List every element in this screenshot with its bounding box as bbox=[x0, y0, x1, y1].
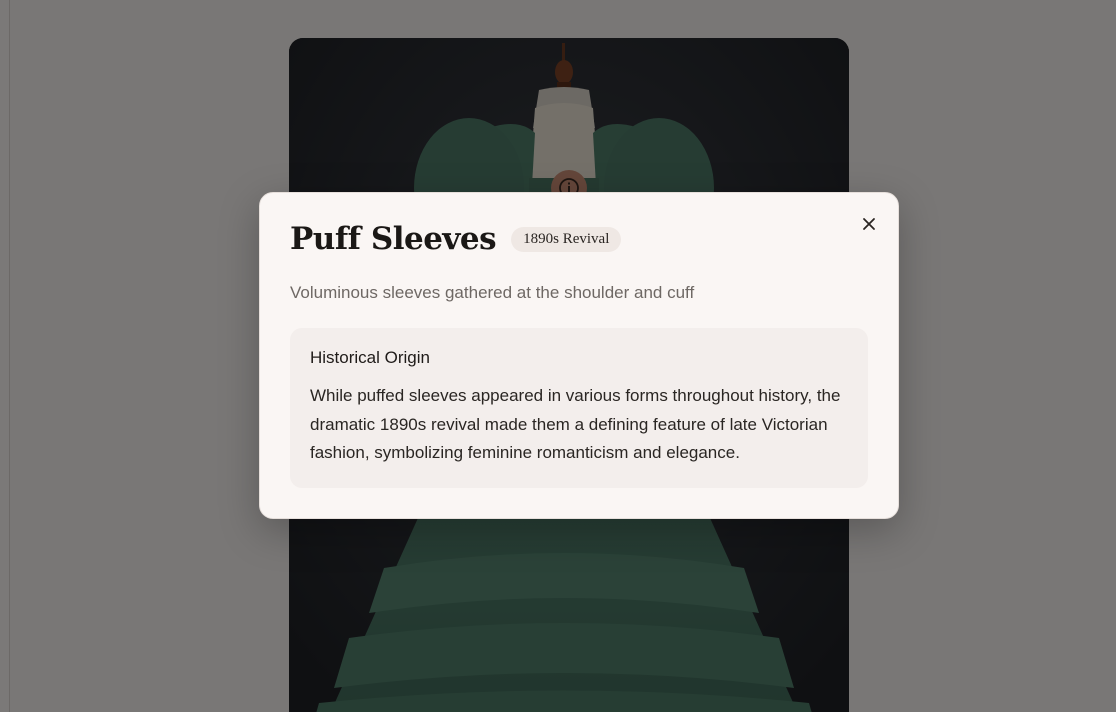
section-text: While puffed sleeves appeared in various… bbox=[310, 386, 841, 462]
historical-origin-section: Historical Origin While puffed sleeves a… bbox=[290, 328, 868, 488]
modal-subtitle: Voluminous sleeves gathered at the shoul… bbox=[290, 283, 695, 302]
close-icon bbox=[863, 218, 875, 230]
era-badge: 1890s Revival bbox=[511, 226, 622, 252]
section-heading: Historical Origin bbox=[310, 348, 430, 367]
title-row: Puff Sleeves 1890s Revival bbox=[290, 221, 622, 257]
close-button[interactable] bbox=[860, 215, 878, 233]
feature-detail-modal: Puff Sleeves 1890s Revival Voluminous sl… bbox=[259, 192, 899, 519]
modal-title: Puff Sleeves bbox=[290, 221, 497, 257]
